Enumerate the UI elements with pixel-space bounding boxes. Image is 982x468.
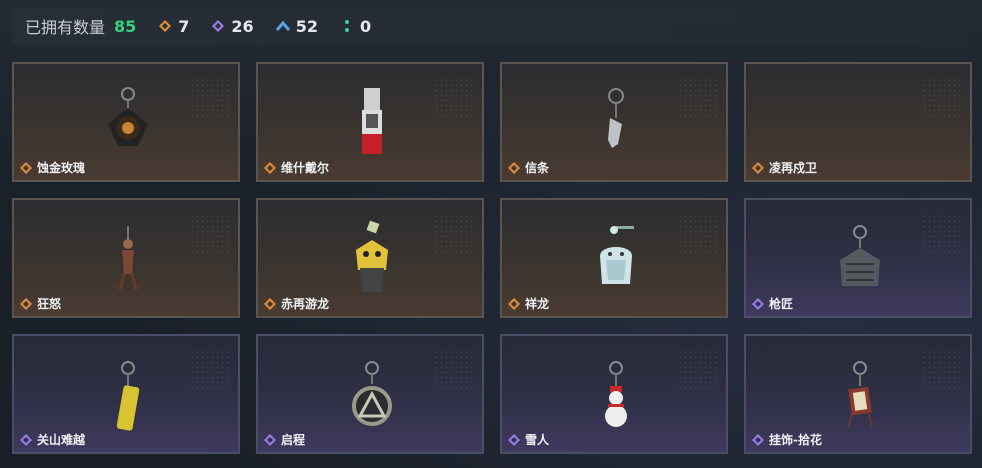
charm-image-gold-bar bbox=[116, 361, 140, 431]
owned-count-label: 已拥有数量 bbox=[25, 18, 106, 37]
charm-card[interactable]: 雪人 bbox=[500, 334, 728, 454]
charm-card[interactable]: 赤再游龙 bbox=[256, 198, 484, 318]
blue-chevron-icon bbox=[275, 19, 290, 33]
charm-label: 赤再游龙 bbox=[264, 295, 329, 312]
charm-label: 枪匠 bbox=[752, 295, 793, 312]
card-pattern bbox=[678, 350, 718, 390]
stat-orange-count: 7 bbox=[178, 16, 190, 36]
orange-diamond-icon bbox=[508, 297, 520, 310]
orange-diamond-icon bbox=[264, 161, 276, 174]
charm-card[interactable]: 祥龙 bbox=[500, 198, 728, 318]
owned-count-total: 85 bbox=[114, 16, 137, 36]
stat-purple-count: 26 bbox=[231, 16, 254, 36]
orange-diamond-icon bbox=[264, 297, 276, 310]
stat-green: 0 bbox=[340, 17, 371, 36]
green-dots-icon bbox=[340, 19, 354, 33]
charm-image-card bbox=[362, 88, 382, 154]
charm-image-rose bbox=[108, 87, 148, 146]
charm-card[interactable]: 关山难越 bbox=[12, 334, 240, 454]
card-pattern bbox=[434, 214, 474, 254]
charm-name: 启程 bbox=[281, 433, 306, 447]
charm-card[interactable]: 维什戴尔 bbox=[256, 62, 484, 182]
charm-card[interactable]: 挂饰-拾花 bbox=[744, 334, 972, 454]
charm-label: 狂怒 bbox=[20, 295, 61, 312]
charm-image-blade bbox=[608, 88, 624, 148]
owned-count-bar: 已拥有数量 85 7 26 52 0 bbox=[12, 7, 970, 45]
charm-name: 蚀金玫瑰 bbox=[37, 161, 86, 175]
card-pattern bbox=[434, 350, 474, 390]
card-pattern bbox=[678, 78, 718, 118]
charm-image-figure bbox=[118, 226, 138, 291]
charm-card[interactable]: 狂怒 bbox=[12, 198, 240, 318]
orange-diamond-icon bbox=[20, 297, 32, 310]
charm-name: 狂怒 bbox=[37, 297, 62, 311]
orange-diamond-icon bbox=[508, 161, 520, 174]
charm-name: 挂饰-拾花 bbox=[769, 433, 822, 447]
charm-card[interactable]: 信条 bbox=[500, 62, 728, 182]
card-pattern bbox=[922, 350, 962, 390]
charm-label: 挂饰-拾花 bbox=[752, 431, 822, 448]
stat-green-count: 0 bbox=[359, 16, 372, 36]
card-pattern bbox=[434, 78, 474, 118]
purple-diamond-icon bbox=[20, 433, 32, 446]
charm-name: 赤再游龙 bbox=[281, 297, 330, 311]
stat-blue: 52 bbox=[275, 16, 318, 36]
card-pattern bbox=[922, 78, 962, 118]
stat-purple: 26 bbox=[211, 16, 254, 36]
charm-name: 凌再戍卫 bbox=[769, 161, 818, 175]
charm-name: 关山难越 bbox=[37, 433, 86, 447]
charm-card[interactable]: 蚀金玫瑰 bbox=[12, 62, 240, 182]
purple-diamond-icon bbox=[264, 433, 276, 446]
purple-diamond-icon bbox=[752, 433, 764, 446]
card-pattern bbox=[190, 78, 230, 118]
charm-label: 祥龙 bbox=[508, 295, 549, 312]
charm-image-snowman bbox=[605, 361, 627, 427]
charm-label: 启程 bbox=[264, 431, 305, 448]
charm-card[interactable]: 枪匠 bbox=[744, 198, 972, 318]
charm-image-medallion bbox=[352, 361, 392, 426]
stat-orange: 7 bbox=[158, 17, 189, 36]
charm-image-dragon bbox=[356, 220, 388, 292]
purple-diamond-icon bbox=[752, 297, 764, 310]
purple-diamond-icon bbox=[508, 433, 520, 446]
charm-label: 雪人 bbox=[508, 431, 549, 448]
card-pattern bbox=[190, 350, 230, 390]
charm-name: 信条 bbox=[525, 161, 550, 175]
charm-label: 凌再戍卫 bbox=[752, 159, 817, 176]
card-pattern bbox=[922, 214, 962, 254]
charm-name: 祥龙 bbox=[525, 297, 550, 311]
charm-label: 信条 bbox=[508, 159, 549, 176]
orange-diamond-icon bbox=[158, 19, 172, 33]
charm-card[interactable]: 启程 bbox=[256, 334, 484, 454]
card-pattern bbox=[190, 214, 230, 254]
charm-card[interactable]: 凌再戍卫 bbox=[744, 62, 972, 182]
stat-blue-count: 52 bbox=[295, 16, 318, 36]
orange-diamond-icon bbox=[20, 161, 32, 174]
purple-diamond-icon bbox=[211, 19, 225, 33]
orange-diamond-icon bbox=[752, 161, 764, 174]
charm-label: 维什戴尔 bbox=[264, 159, 329, 176]
charm-image-gunsmith bbox=[840, 225, 880, 286]
charm-label: 关山难越 bbox=[20, 431, 85, 448]
card-pattern bbox=[678, 214, 718, 254]
charm-name: 枪匠 bbox=[769, 297, 794, 311]
charm-name: 维什戴尔 bbox=[281, 161, 330, 175]
charm-name: 雪人 bbox=[525, 433, 550, 447]
charm-label: 蚀金玫瑰 bbox=[20, 159, 85, 176]
charm-image-easel bbox=[847, 361, 873, 429]
charm-image-auspicious-dragon bbox=[600, 226, 634, 284]
